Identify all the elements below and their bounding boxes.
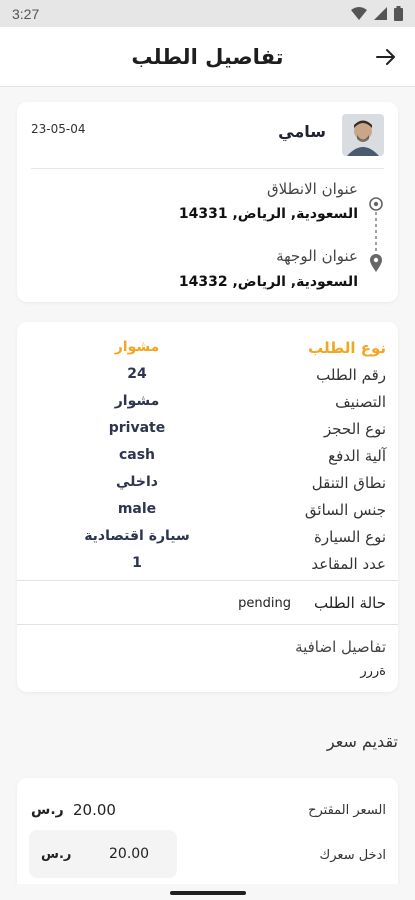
detail-label: نطاق التنقل [311, 474, 386, 492]
detail-label: جنس السائق [304, 501, 386, 519]
price-input[interactable]: 20.00 ر.س [29, 830, 177, 878]
detail-row-car-type: نوع السيارة سيارة اقتصادية [17, 528, 398, 555]
extra-details-value: ةررر [360, 664, 386, 679]
app-bar: تفاصيل الطلب [0, 27, 415, 87]
order-date: 23-05-04 [31, 122, 86, 136]
detail-value: مشوار [114, 339, 160, 355]
pickup-label: عنوان الانطلاق [267, 180, 358, 198]
status-bar: 3:27 [0, 0, 415, 27]
status-label: حالة الطلب [314, 594, 386, 612]
detail-row-order-number: رقم الطلب 24 [17, 366, 398, 393]
detail-label: التصنيف [335, 393, 386, 411]
detail-row-booking-type: نوع الحجز private [17, 420, 398, 447]
arrow-right-icon[interactable] [375, 46, 397, 68]
detail-label: عدد المقاعد [311, 555, 386, 573]
home-indicator[interactable] [170, 891, 246, 895]
route-line [369, 197, 383, 272]
offer-section-title: تقديم سعر [326, 732, 398, 751]
price-input-label: ادخل سعرك [319, 848, 386, 863]
price-input-currency: ر.س [41, 847, 72, 862]
detail-value: مشوار [114, 393, 160, 409]
dropoff-address: السعودية, الرياض, 14332 [178, 274, 358, 290]
detail-row-seats: عدد المقاعد 1 [17, 555, 398, 582]
dropoff-label: عنوان الوجهة [276, 247, 358, 265]
detail-label: نوع السيارة [314, 528, 386, 546]
divider [17, 580, 398, 581]
signal-icon [374, 7, 387, 20]
pickup-address: السعودية, الرياض, 14331 [178, 206, 358, 222]
battery-icon [394, 6, 403, 21]
detail-value: male [117, 501, 157, 517]
detail-label: آلية الدفع [328, 447, 386, 465]
detail-row-order-type: نوع الطلب مشوار [17, 339, 398, 366]
username: سامي [278, 122, 326, 141]
detail-value: سيارة اقتصادية [84, 528, 190, 544]
suggested-price-label: السعر المقترح [308, 803, 386, 818]
detail-value: cash [118, 447, 156, 463]
avatar [342, 114, 384, 156]
status-icons [351, 6, 403, 21]
detail-row-driver-gender: جنس السائق male [17, 501, 398, 528]
page-title: تفاصيل الطلب [131, 44, 284, 69]
divider [17, 624, 398, 625]
suggested-price-value: 20.00 [73, 801, 116, 819]
suggested-price-currency: ر.س [31, 802, 64, 818]
detail-row-payment-method: آلية الدفع cash [17, 447, 398, 474]
detail-value: private [108, 420, 166, 436]
detail-label: نوع الحجز [323, 420, 386, 438]
detail-value: 1 [132, 555, 142, 571]
divider [31, 168, 384, 169]
detail-value: 24 [127, 366, 147, 382]
wifi-icon [351, 7, 367, 20]
detail-row-travel-scope: نطاق التنقل داخلي [17, 474, 398, 501]
price-input-value: 20.00 [109, 846, 150, 862]
status-time: 3:27 [12, 5, 40, 22]
offer-card: السعر المقترح 20.00 ر.س ادخل سعرك 20.00 … [17, 778, 398, 900]
order-details-card: نوع الطلب مشوار رقم الطلب 24 التصنيف مشو… [17, 322, 398, 692]
detail-value: داخلي [116, 474, 158, 490]
extra-details-title: تفاصيل اضافية [295, 638, 386, 656]
detail-row-category: التصنيف مشوار [17, 393, 398, 420]
status-value: pending [238, 596, 291, 611]
trip-card: سامي 23-05-04 عنوان الانطلاق السعودية, ا… [17, 102, 398, 302]
detail-label: رقم الطلب [316, 366, 386, 384]
detail-label: نوع الطلب [308, 339, 386, 357]
